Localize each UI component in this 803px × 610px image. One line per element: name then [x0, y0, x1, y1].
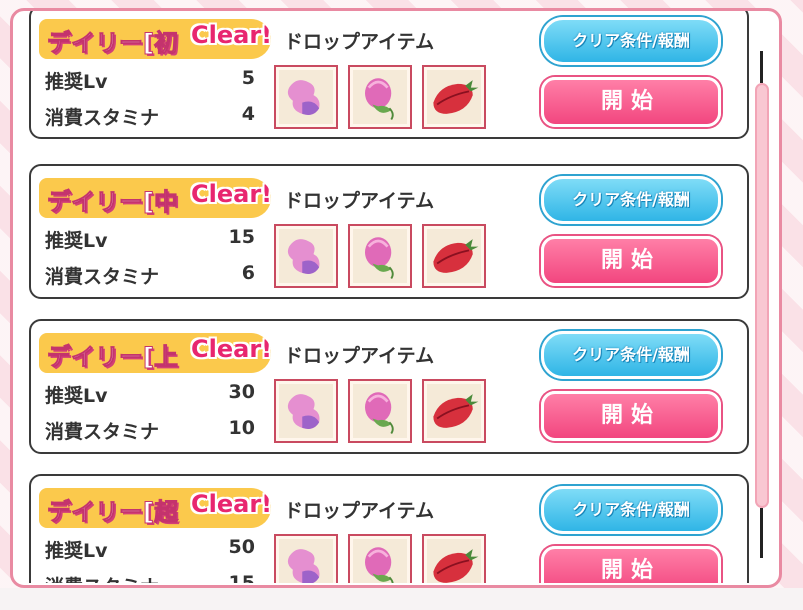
recommended-level-value: 30	[228, 381, 255, 403]
start-button[interactable]: 開始	[541, 546, 721, 583]
quest-name: デイリー[上	[47, 343, 179, 372]
clear-badge: Clear!	[191, 335, 271, 363]
recommended-level-label: 推奨Lv	[45, 230, 108, 252]
stamina-cost-label: 消費スタミナ	[45, 107, 160, 129]
quest-name-tag: デイリー[初 Clear!	[39, 19, 271, 59]
stamina-cost-value: 4	[241, 103, 255, 125]
recommended-level-label: 推奨Lv	[45, 540, 108, 562]
bottom-strip	[0, 588, 803, 610]
clear-badge: Clear!	[191, 21, 271, 49]
pink-ribbon-icon[interactable]	[274, 379, 338, 443]
quest-name-tag: デイリー[超 Clear!	[39, 488, 271, 528]
drop-items-label: ドロップアイテム	[284, 345, 435, 367]
start-button[interactable]: 開始	[541, 391, 721, 441]
start-button[interactable]: 開始	[541, 77, 721, 127]
quest-card: デイリー[初 Clear! ドロップアイテム 推奨Lv 5 消費スタミナ 4 ク…	[29, 11, 749, 139]
scroll-thumb[interactable]	[755, 83, 769, 508]
red-strawberry-icon[interactable]	[422, 224, 486, 288]
drop-items-label: ドロップアイテム	[284, 190, 435, 212]
pink-flower-bud-icon[interactable]	[348, 534, 412, 583]
red-strawberry-icon[interactable]	[422, 379, 486, 443]
stamina-cost-label: 消費スタミナ	[45, 421, 160, 443]
pink-flower-bud-icon[interactable]	[348, 224, 412, 288]
pink-flower-bud-icon[interactable]	[348, 379, 412, 443]
drop-items-label: ドロップアイテム	[284, 500, 435, 522]
pink-ribbon-icon[interactable]	[274, 224, 338, 288]
start-button[interactable]: 開始	[541, 236, 721, 286]
scrollbar[interactable]	[755, 51, 769, 566]
clear-badge: Clear!	[191, 180, 271, 208]
scroll-track-bottom	[760, 508, 763, 558]
stamina-cost-value: 6	[241, 262, 255, 284]
quest-list[interactable]: デイリー[初 Clear! ドロップアイテム 推奨Lv 5 消費スタミナ 4 ク…	[29, 11, 749, 583]
recommended-level-value: 5	[241, 67, 255, 89]
quest-name: デイリー[中	[47, 188, 179, 217]
red-strawberry-icon[interactable]	[422, 65, 486, 129]
quest-name-tag: デイリー[中 Clear!	[39, 178, 271, 218]
clear-conditions-button[interactable]: クリア条件/報酬	[541, 17, 721, 65]
clear-conditions-button[interactable]: クリア条件/報酬	[541, 176, 721, 224]
clear-conditions-button[interactable]: クリア条件/報酬	[541, 486, 721, 534]
pink-ribbon-icon[interactable]	[274, 534, 338, 583]
scroll-track-top	[760, 51, 763, 83]
stamina-cost-label: 消費スタミナ	[45, 266, 160, 288]
quest-name: デイリー[初	[47, 29, 179, 58]
recommended-level-value: 50	[228, 536, 255, 558]
stamina-cost-label: 消費スタミナ	[45, 572, 159, 583]
stamina-cost-value: 15	[228, 572, 255, 583]
quest-card: デイリー[中 Clear! ドロップアイテム 推奨Lv 15 消費スタミナ 6 …	[29, 164, 749, 299]
clear-conditions-button[interactable]: クリア条件/報酬	[541, 331, 721, 379]
recommended-level-label: 推奨Lv	[45, 385, 108, 407]
quest-card: デイリー[上 Clear! ドロップアイテム 推奨Lv 30 消費スタミナ 10…	[29, 319, 749, 454]
quest-list-panel: デイリー[初 Clear! ドロップアイテム 推奨Lv 5 消費スタミナ 4 ク…	[10, 8, 782, 588]
red-strawberry-icon[interactable]	[422, 534, 486, 583]
quest-card: デイリー[超 Clear! ドロップアイテム 推奨Lv 50 消費スタミナ 15…	[29, 474, 749, 583]
recommended-level-label: 推奨Lv	[45, 71, 108, 93]
recommended-level-value: 15	[228, 226, 255, 248]
quest-name-tag: デイリー[上 Clear!	[39, 333, 271, 373]
drop-items-label: ドロップアイテム	[284, 31, 435, 53]
clear-badge: Clear!	[191, 490, 271, 518]
quest-name: デイリー[超	[47, 498, 179, 527]
pink-flower-bud-icon[interactable]	[348, 65, 412, 129]
stamina-cost-value: 10	[228, 417, 255, 439]
pink-ribbon-icon[interactable]	[274, 65, 338, 129]
